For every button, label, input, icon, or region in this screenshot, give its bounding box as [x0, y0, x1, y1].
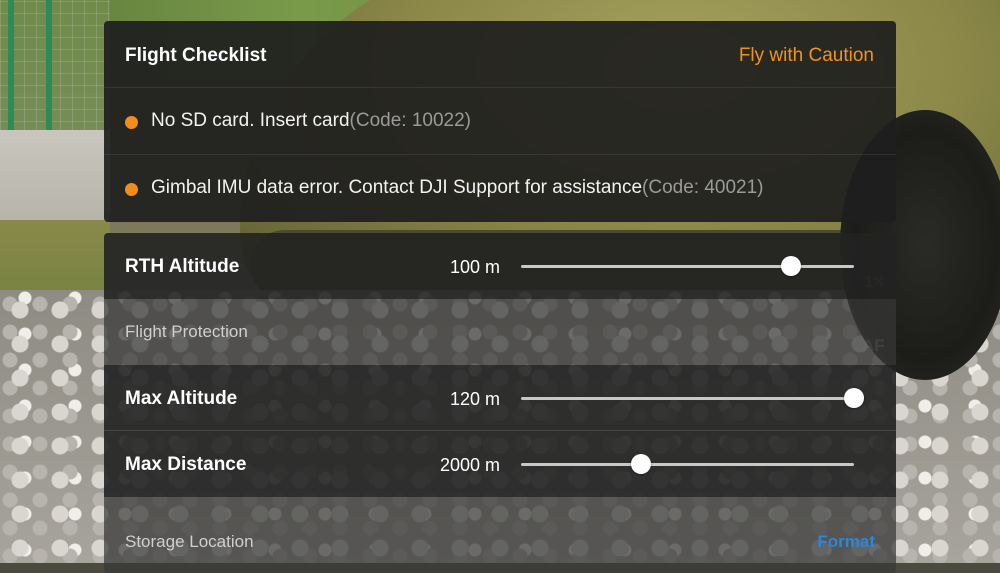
flight-checklist-panel: Flight Checklist Fly with Caution No SD … — [104, 21, 896, 222]
checklist-title: Flight Checklist — [125, 45, 267, 66]
checklist-item-message: No SD card. Insert card(Code: 10022) — [151, 110, 471, 132]
flight-status: Fly with Caution — [738, 45, 874, 66]
checklist-header: Flight Checklist Fly with Caution — [104, 21, 896, 88]
flight-settings-panel: RTH Altitude 100 m Flight Protection Max… — [104, 233, 896, 573]
checklist-item-code: (Code: 10022) — [349, 110, 471, 131]
checklist-item-code: (Code: 40021) — [642, 177, 764, 198]
max-distance-row: Max Distance 2000 m — [104, 431, 896, 497]
storage-location-title: Storage Location — [125, 532, 254, 551]
rth-altitude-label: RTH Altitude — [125, 256, 240, 277]
checklist-item-text: No SD card. Insert card — [151, 110, 350, 131]
flight-protection-section: Flight Protection — [104, 299, 896, 365]
rth-altitude-value: 100 m — [449, 257, 500, 277]
max-altitude-slider[interactable] — [521, 388, 864, 408]
rth-altitude-slider-handle[interactable] — [780, 256, 801, 276]
format-button[interactable]: Format — [817, 532, 875, 552]
max-altitude-label: Max Altitude — [125, 388, 238, 409]
checklist-item[interactable]: Gimbal IMU data error. Contact DJI Suppo… — [104, 155, 896, 222]
max-distance-label: Max Distance — [125, 454, 247, 475]
max-distance-slider[interactable] — [521, 454, 854, 474]
warning-dot-icon — [125, 183, 138, 196]
section-title: Flight Protection — [125, 322, 248, 341]
checklist-item-message: Gimbal IMU data error. Contact DJI Suppo… — [151, 177, 764, 199]
max-altitude-row: Max Altitude 120 m — [104, 365, 896, 431]
checklist-item[interactable]: No SD card. Insert card(Code: 10022) — [104, 88, 896, 155]
fence-post — [8, 0, 14, 150]
checklist-item-text: Gimbal IMU data error. Contact DJI Suppo… — [151, 177, 643, 198]
max-altitude-slider-handle[interactable] — [844, 388, 864, 408]
warning-dot-icon — [125, 116, 138, 129]
max-distance-value: 2000 m — [439, 455, 500, 475]
max-distance-slider-handle[interactable] — [630, 454, 651, 474]
rth-altitude-slider[interactable] — [521, 256, 854, 276]
max-altitude-value: 120 m — [449, 389, 500, 409]
rth-altitude-row: RTH Altitude 100 m — [104, 233, 896, 299]
